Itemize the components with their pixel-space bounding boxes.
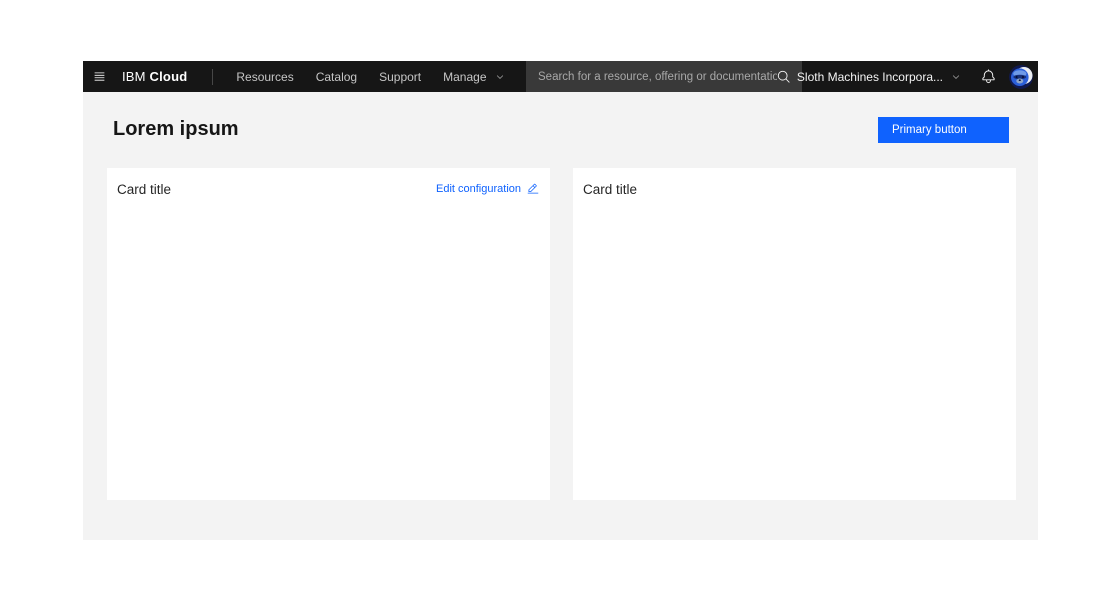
card-left: Card title Edit configuration (107, 168, 550, 500)
header-divider (212, 69, 213, 85)
ibm-cloud-logo[interactable]: IBM Cloud (122, 69, 187, 84)
cards-row: Card title Edit configuration Card title (107, 168, 1016, 500)
page-title: Lorem ipsum (113, 118, 239, 141)
top-navigation-bar: IBM Cloud Resources Catalog Support Mana… (83, 61, 1038, 92)
card-title: Card title (583, 182, 637, 197)
bell-icon[interactable] (981, 69, 996, 84)
account-switcher[interactable]: Sloth Machines Incorpora... (797, 70, 943, 84)
header-nav: Resources Catalog Support Manage (236, 70, 504, 84)
nav-item-manage[interactable]: Manage (443, 70, 486, 84)
primary-button[interactable]: Primary button (878, 117, 1009, 143)
edit-configuration-link[interactable]: Edit configuration (436, 183, 539, 195)
edit-configuration-label: Edit configuration (436, 183, 521, 195)
hamburger-menu-icon[interactable] (93, 69, 108, 84)
card-right: Card title (573, 168, 1016, 500)
header-right-group: Sloth Machines Incorpora... (797, 61, 1033, 92)
brand-suffix: Cloud (150, 69, 188, 84)
nav-item-resources[interactable]: Resources (236, 70, 293, 84)
search-input[interactable] (526, 71, 777, 83)
header-search (526, 61, 802, 92)
chevron-down-icon[interactable] (951, 72, 961, 82)
nav-item-catalog[interactable]: Catalog (316, 70, 357, 84)
search-icon[interactable] (777, 70, 791, 84)
brand-prefix: IBM (122, 69, 146, 84)
chevron-down-icon[interactable] (495, 72, 505, 82)
ibm-cloud-app: IBM Cloud Resources Catalog Support Mana… (83, 61, 1038, 540)
edit-pencil-icon (527, 183, 539, 195)
sloth-avatar[interactable] (1009, 65, 1033, 89)
nav-item-support[interactable]: Support (379, 70, 421, 84)
card-title: Card title (117, 182, 171, 197)
